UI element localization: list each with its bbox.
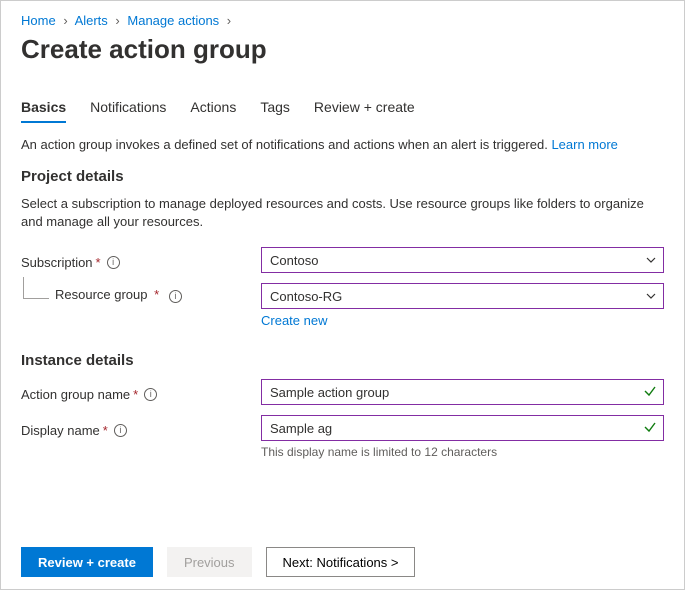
- review-create-button[interactable]: Review + create: [21, 547, 153, 577]
- resource-group-value: Contoso-RG: [270, 289, 645, 304]
- subscription-select[interactable]: Contoso: [261, 247, 664, 273]
- breadcrumb-alerts[interactable]: Alerts: [75, 13, 108, 28]
- resource-group-label: Resource group: [55, 287, 148, 302]
- breadcrumb-home[interactable]: Home: [21, 13, 56, 28]
- check-icon: [643, 384, 657, 401]
- display-name-value: Sample ag: [270, 421, 643, 436]
- create-new-rg-link[interactable]: Create new: [261, 313, 327, 328]
- display-name-input[interactable]: Sample ag: [261, 415, 664, 441]
- chevron-down-icon: [645, 254, 657, 266]
- check-icon: [643, 420, 657, 437]
- display-name-hint: This display name is limited to 12 chara…: [261, 445, 664, 459]
- page-title: Create action group: [21, 34, 664, 65]
- required-icon: *: [96, 255, 101, 270]
- tab-actions[interactable]: Actions: [190, 93, 236, 123]
- intro-body: An action group invokes a defined set of…: [21, 137, 551, 152]
- breadcrumb-manage-actions[interactable]: Manage actions: [127, 13, 219, 28]
- learn-more-link[interactable]: Learn more: [551, 137, 617, 152]
- instance-details-heading: Instance details: [21, 352, 664, 369]
- info-icon[interactable]: i: [114, 424, 127, 437]
- required-icon: *: [103, 423, 108, 438]
- display-name-label: Display name: [21, 423, 100, 438]
- tab-basics[interactable]: Basics: [21, 93, 66, 123]
- tab-bar: Basics Notifications Actions Tags Review…: [21, 93, 664, 123]
- info-icon[interactable]: i: [169, 290, 182, 303]
- chevron-right-icon: ›: [227, 13, 231, 28]
- info-icon[interactable]: i: [107, 256, 120, 269]
- tree-line-icon: [23, 277, 49, 299]
- tab-tags[interactable]: Tags: [260, 93, 290, 123]
- subscription-value: Contoso: [270, 253, 645, 268]
- subscription-label: Subscription: [21, 255, 93, 270]
- info-icon[interactable]: i: [144, 388, 157, 401]
- action-group-name-input[interactable]: Sample action group: [261, 379, 664, 405]
- tab-notifications[interactable]: Notifications: [90, 93, 166, 123]
- breadcrumb: Home › Alerts › Manage actions ›: [21, 11, 664, 32]
- intro-text: An action group invokes a defined set of…: [21, 137, 664, 152]
- chevron-down-icon: [645, 290, 657, 302]
- tab-review-create[interactable]: Review + create: [314, 93, 415, 123]
- footer-actions: Review + create Previous Next: Notificat…: [1, 535, 684, 589]
- required-icon: *: [154, 287, 159, 302]
- resource-group-select[interactable]: Contoso-RG: [261, 283, 664, 309]
- action-group-name-label: Action group name: [21, 387, 130, 402]
- action-group-name-value: Sample action group: [270, 385, 643, 400]
- chevron-right-icon: ›: [63, 13, 67, 28]
- project-details-desc: Select a subscription to manage deployed…: [21, 195, 664, 231]
- chevron-right-icon: ›: [115, 13, 119, 28]
- next-button[interactable]: Next: Notifications >: [266, 547, 416, 577]
- required-icon: *: [133, 387, 138, 402]
- previous-button: Previous: [167, 547, 252, 577]
- project-details-heading: Project details: [21, 168, 664, 185]
